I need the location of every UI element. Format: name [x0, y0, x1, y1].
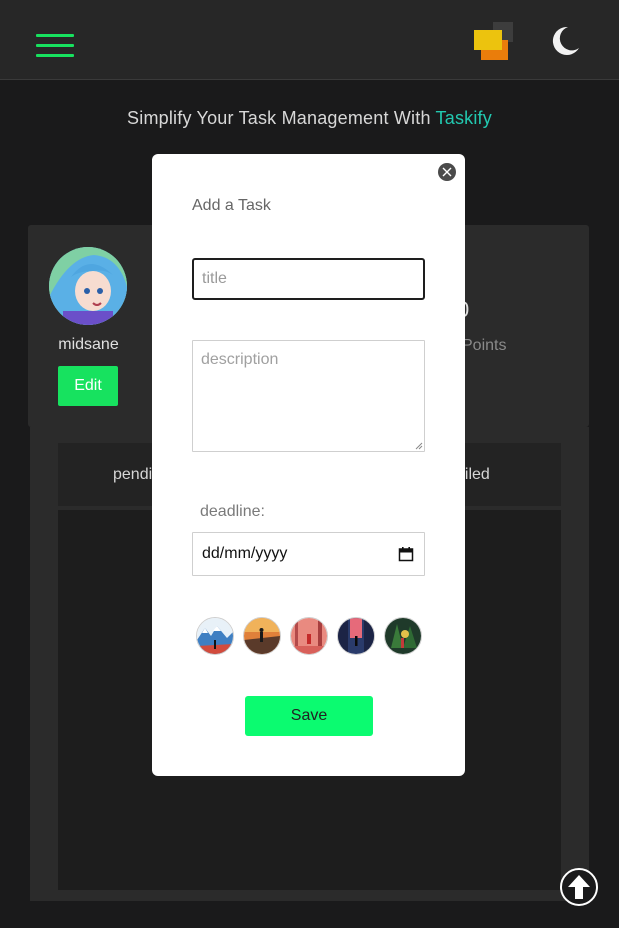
points-label: Points: [462, 337, 507, 354]
top-bar: [0, 0, 619, 80]
avatar: [49, 247, 127, 325]
edit-profile-button[interactable]: Edit: [58, 366, 118, 406]
deadline-date-input[interactable]: dd/mm/yyyy: [192, 532, 425, 576]
arrow-up-icon: [568, 875, 590, 899]
red-forest-thumb[interactable]: [290, 617, 328, 655]
add-task-modal: Add a Task deadline: dd/mm/yyyy: [152, 154, 465, 776]
tagline-text: Simplify Your Task Management With: [127, 108, 436, 128]
calendar-icon[interactable]: [398, 546, 414, 562]
date-value: dd/mm/yyyy: [202, 545, 288, 562]
modal-title: Add a Task: [192, 197, 271, 214]
deadline-label: deadline:: [200, 503, 265, 520]
sunset-figure-thumb[interactable]: [243, 617, 281, 655]
moon-icon[interactable]: [548, 24, 582, 58]
task-image-picker: [196, 617, 426, 655]
task-description-input[interactable]: [192, 340, 425, 452]
app-logo[interactable]: [473, 22, 515, 62]
mountain-snow-thumb[interactable]: [196, 617, 234, 655]
close-icon[interactable]: [438, 163, 456, 181]
tagline: Simplify Your Task Management With Taski…: [0, 108, 619, 129]
green-forest-thumb[interactable]: [384, 617, 422, 655]
username: midsane: [58, 336, 119, 353]
hamburger-menu-icon[interactable]: [36, 34, 74, 58]
city-alley-thumb[interactable]: [337, 617, 375, 655]
scroll-to-top-button[interactable]: [560, 868, 598, 906]
resize-grip-icon[interactable]: [415, 442, 423, 450]
tab-pending[interactable]: pendi: [113, 466, 152, 484]
task-title-input[interactable]: [192, 258, 425, 300]
save-task-button[interactable]: Save: [245, 696, 373, 736]
brand-name: Taskify: [435, 108, 492, 128]
